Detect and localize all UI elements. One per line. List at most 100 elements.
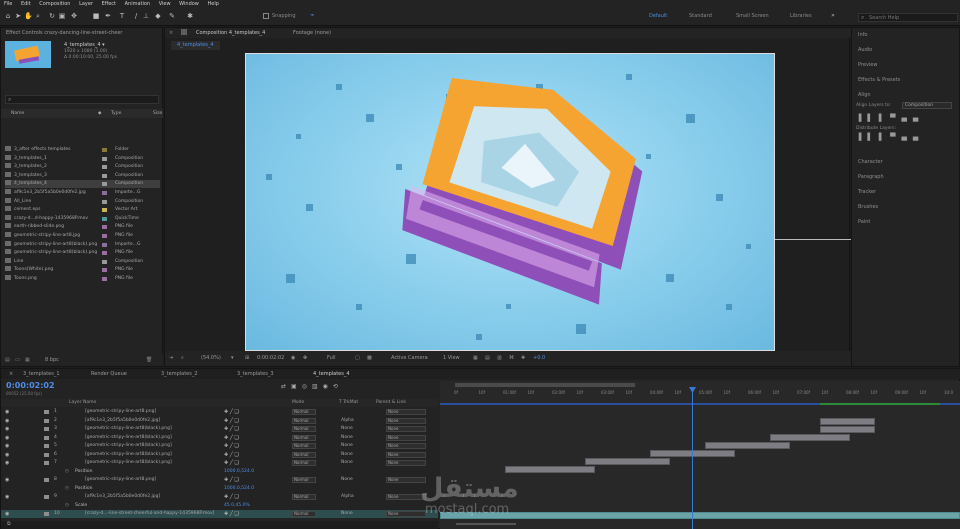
panel-audio[interactable]: Audio	[858, 47, 872, 53]
trkmat-select[interactable]: None	[341, 459, 353, 467]
layer-switches[interactable]: ✚ ╱ ❑	[224, 510, 239, 518]
parent-select[interactable]: None	[386, 511, 426, 517]
trash-icon[interactable]: 🗑	[146, 354, 152, 366]
clone-stamp-icon[interactable]: ⊥	[142, 12, 150, 20]
panel-tracker[interactable]: Tracker	[858, 189, 876, 195]
time-ruler[interactable]: 0f 10f 01:00f 10f 02:00f 10f 03:00f 10f 04:00f 10…	[440, 389, 960, 399]
header-parent[interactable]: Parent & Link	[376, 399, 406, 407]
blend-mode-select[interactable]: Normal	[292, 426, 316, 432]
snapping-checkbox[interactable]	[263, 13, 269, 19]
project-item[interactable]: geometric-stripy-line-art8(black).png Imp…	[5, 240, 160, 249]
blend-mode-select[interactable]: Normal	[292, 460, 316, 466]
label-color[interactable]	[102, 199, 107, 204]
layer-label-color[interactable]	[44, 512, 49, 516]
effect-controls-tab[interactable]: Effect Controls crazy-dancing-line-stree…	[6, 30, 123, 36]
menu-view[interactable]: View	[159, 1, 171, 7]
brush-tool-icon[interactable]: /	[132, 12, 140, 20]
workspace-standard[interactable]: Standard	[689, 13, 712, 19]
layer-bar-3[interactable]	[770, 434, 850, 441]
layer-name[interactable]: [geometric-stripy-line-art8.png]	[85, 476, 215, 484]
label-color[interactable]	[102, 277, 107, 281]
parent-select[interactable]: None	[386, 451, 426, 458]
trkmat-select[interactable]: None	[341, 434, 353, 442]
project-item[interactable]: geometric-stripy-line-art8.jpg PNG file	[5, 232, 160, 240]
parent-select[interactable]: None	[386, 426, 426, 432]
tab-templates-4[interactable]: 4_templates_4	[313, 371, 350, 377]
property-row[interactable]: ◷ Scale 45.0,45.0%	[1, 502, 438, 510]
zoom-tool-icon[interactable]: ⌕	[34, 12, 42, 20]
new-folder-icon[interactable]: ▭	[15, 354, 20, 366]
layer-row[interactable]: ◉ 5 [geometric-stripy-line-art8(black).png…	[1, 442, 438, 450]
blend-mode-select[interactable]: Normal	[292, 494, 316, 500]
layer-row[interactable]: ◉ 4 [geometric-stripy-line-art8(black).png…	[1, 434, 438, 442]
zoom-slider[interactable]	[456, 523, 516, 525]
tab-templates-1[interactable]: 3_templates_1	[23, 371, 60, 377]
workspace-menu-icon[interactable]: »	[829, 12, 837, 20]
project-item[interactable]: af9c1e3_2b5f5a5b0e0d0fe2.jpg Importe...G	[5, 189, 160, 197]
stopwatch-icon[interactable]: ◷	[65, 485, 69, 493]
project-item[interactable]: All_Line Composition	[5, 197, 160, 206]
playhead[interactable]	[692, 387, 693, 529]
layer-label-color[interactable]	[44, 418, 49, 423]
eye-icon[interactable]: ◉	[5, 495, 10, 500]
label-color[interactable]	[102, 182, 107, 187]
layer-row[interactable]: ◉ 7 [geometric-stripy-line-art8(black).png…	[1, 459, 438, 467]
property-value[interactable]: 45.0,45.0%	[224, 502, 250, 510]
stopwatch-icon[interactable]: ◷	[65, 502, 69, 510]
layer-label-color[interactable]	[44, 444, 49, 448]
flowchart-icon[interactable]: ⌘	[509, 351, 514, 366]
menu-edit[interactable]: Edit	[21, 1, 31, 7]
layer-name[interactable]: [geometric-stripy-line-art8(black).png]	[85, 459, 215, 467]
tab-render-queue[interactable]: Render Queue	[91, 371, 127, 377]
project-item[interactable]: 3_after effects templates Folder	[5, 146, 160, 154]
render-time-icon[interactable]: ⧉	[7, 521, 11, 527]
blend-mode-select[interactable]: Normal	[292, 443, 316, 449]
align-buttons[interactable]: ▐▌▌▀▄▄	[856, 115, 956, 122]
project-search-input[interactable]: ⌕	[5, 95, 159, 104]
panel-paint[interactable]: Paint	[858, 219, 870, 225]
panel-effects-presets[interactable]: Effects & Presets	[858, 77, 900, 83]
chevron-down-icon[interactable]: ▾	[231, 351, 234, 366]
property-value[interactable]: 1000.0,524.0	[224, 468, 254, 476]
layer-label-color[interactable]	[44, 495, 49, 499]
bit-depth-label[interactable]: 8 bpc	[45, 354, 59, 366]
workspace-small-screen[interactable]: Small Screen	[736, 13, 769, 19]
home-icon[interactable]: ⌂	[4, 12, 12, 20]
layer-label-color[interactable]	[44, 410, 49, 414]
blend-mode-select[interactable]: Normal	[292, 434, 316, 441]
layer-bar-1[interactable]	[820, 418, 875, 425]
roto-brush-icon[interactable]: ✎	[168, 12, 176, 20]
menu-composition[interactable]: Composition	[39, 1, 70, 7]
stopwatch-icon[interactable]: ◷	[65, 468, 69, 476]
layer-label-color[interactable]	[44, 478, 49, 482]
blend-mode-select[interactable]: Normal	[292, 511, 316, 517]
layer-row[interactable]: ◉ 2 [af9c1e3_2b5f5a5b0e0d0fe2.jpg] ✚ ╱ ❑ Nor…	[1, 417, 438, 425]
eye-icon[interactable]: ◉	[5, 444, 10, 449]
transparency-grid-icon[interactable]: ▩	[367, 351, 372, 366]
tab-templates-3[interactable]: 3_templates_3	[237, 371, 274, 377]
layer-name[interactable]: [geometric-stripy-line-art8(black).png]	[85, 451, 215, 459]
layer-switches[interactable]: ✚ ╱ ❑	[224, 425, 239, 433]
parent-select[interactable]: None	[386, 443, 426, 449]
blend-mode-select[interactable]: Normal	[292, 417, 316, 424]
timeline-switch-icons[interactable]: ⇄▣◎▥◉⟲	[281, 383, 421, 391]
selection-tool-icon[interactable]: ➤	[14, 12, 22, 20]
label-color[interactable]	[102, 191, 107, 195]
project-item[interactable]: 3_templates_2 Composition	[5, 163, 160, 171]
layer-switches[interactable]: ✚ ╱ ❑	[224, 493, 239, 501]
rectangle-tool-icon[interactable]: ■	[92, 12, 100, 20]
label-column-icon[interactable]: ◆	[98, 109, 101, 118]
zoom-level[interactable]: (54.0%)	[201, 351, 221, 366]
menu-window[interactable]: Window	[179, 1, 199, 7]
pan-behind-tool-icon[interactable]: ✥	[70, 12, 78, 20]
label-color[interactable]	[102, 216, 107, 221]
label-color[interactable]	[102, 251, 107, 256]
timeline-timecode[interactable]: 0:00:02:02	[6, 381, 55, 390]
distribute-buttons[interactable]: ▐▌▌▀▄▄	[856, 134, 956, 141]
layer-row[interactable]: ◉ 9 [af9c1e3_2b5f5a5b0e0d0fe2.jpg] ✚ ╱ ❑ Nor…	[1, 493, 438, 501]
label-color[interactable]	[102, 242, 107, 247]
trkmat-select[interactable]: None	[341, 510, 353, 518]
property-row[interactable]: ◷ Position 1000.0,524.0	[1, 485, 438, 493]
label-color[interactable]	[102, 259, 107, 264]
layer-row[interactable]: ◉ 8 [geometric-stripy-line-art8.png] ✚ ╱ ❑ N…	[1, 476, 438, 484]
